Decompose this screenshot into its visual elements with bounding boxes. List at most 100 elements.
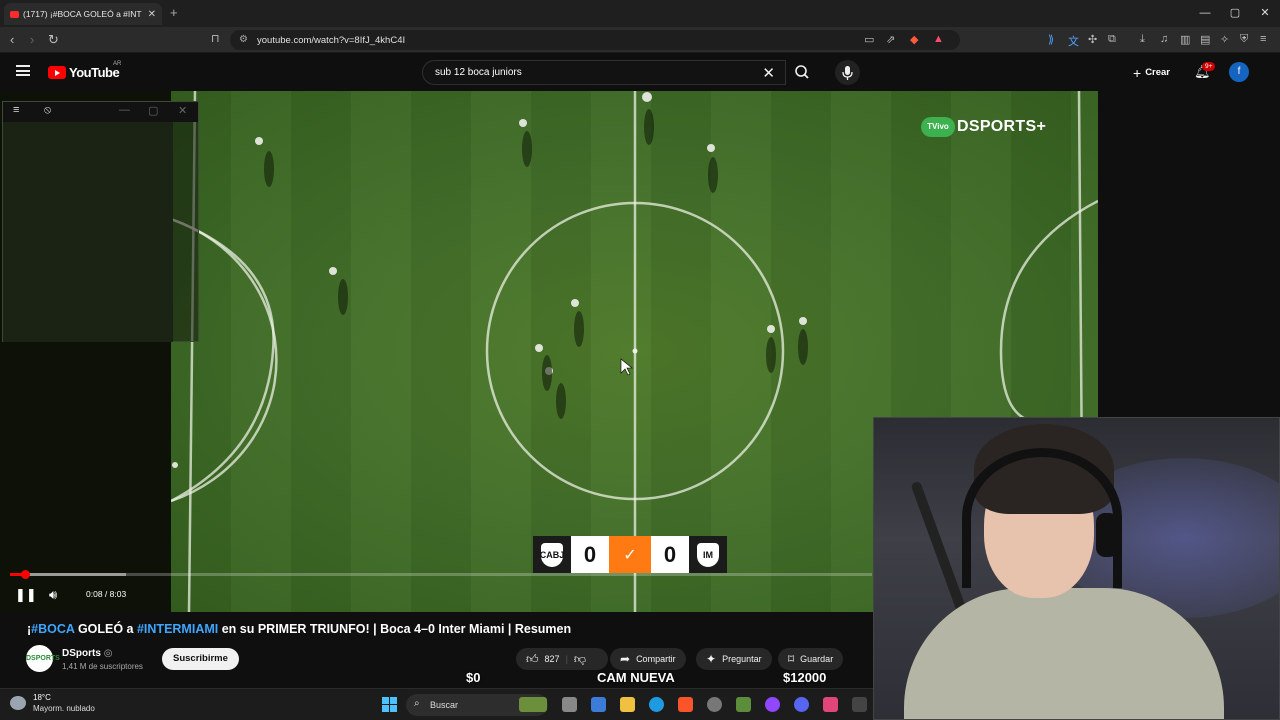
share-icon: ➦ (620, 652, 631, 666)
floating-menu-icon[interactable]: ≡ (13, 104, 19, 116)
like-count[interactable]: 827 (545, 654, 560, 664)
wallet-icon[interactable]: ▤ (1200, 33, 1210, 46)
share-label: Compartir (636, 654, 676, 664)
youtube-favicon-icon (10, 10, 19, 18)
floating-maximize-icon[interactable]: ▢ (148, 104, 158, 117)
search-icon[interactable] (786, 60, 818, 85)
minimize-button[interactable]: — (1190, 0, 1220, 27)
video-progress-bar[interactable] (10, 570, 872, 579)
account-avatar[interactable]: f (1229, 62, 1249, 82)
close-window-button[interactable]: ✕ (1250, 0, 1280, 27)
edge-icon[interactable] (649, 697, 664, 712)
terminal-icon[interactable] (852, 697, 867, 712)
window-controls: — ▢ ✕ (1190, 0, 1280, 27)
url-text: youtube.com/watch?v=8IfJ_4khC4I (257, 34, 406, 46)
overlay-center-text: CAM NUEVA (597, 670, 675, 685)
ask-button[interactable]: ✦ Preguntar (696, 648, 772, 670)
boca-crest-icon: CABJ (540, 542, 564, 567)
reader-icon[interactable]: ⟫ (1048, 33, 1054, 46)
screenshot-icon[interactable]: ⧉ (1108, 33, 1116, 46)
channel-avatar[interactable]: DSPORTS (26, 645, 60, 672)
twitch-icon[interactable] (765, 697, 780, 712)
plus-icon: + (1133, 64, 1142, 81)
title-mid: GOLEÓ a (74, 622, 137, 636)
download-icon[interactable]: ⤓ (1140, 33, 1145, 46)
broadcaster-logo: DSPORTS+ (957, 118, 1047, 135)
vpn-icon[interactable]: ⛨ (1240, 33, 1248, 46)
discord-icon[interactable] (794, 697, 809, 712)
extensions-icon[interactable]: ✣ (1088, 33, 1097, 46)
scoreboard: CABJ 0 ✓ 0 IM (533, 536, 727, 573)
task-view-icon[interactable] (562, 697, 577, 712)
browser-menu-icon[interactable]: ≡ (1260, 33, 1266, 45)
inter-miami-crest-icon: IM (697, 542, 719, 567)
taskbar-search-label: Buscar (430, 700, 459, 710)
address-bar-row: ‹ › ↻ ⊓ ⚙ youtube.com/watch?v=8IfJ_4khC4… (0, 27, 1280, 53)
floating-minimize-icon[interactable]: — (119, 104, 130, 116)
away-score: 0 (651, 536, 689, 573)
league-logo-icon: ✓ (609, 536, 651, 573)
brave-shield-icon[interactable]: ◆ (910, 33, 918, 46)
bookmark-icon[interactable]: ⊓ (211, 32, 220, 45)
brave-rewards-icon[interactable]: ▲ (933, 33, 944, 45)
file-explorer-icon[interactable] (620, 697, 635, 712)
sparkle-icon: ✦ (706, 652, 717, 666)
dislike-icon[interactable]: 👎︎ (574, 652, 586, 667)
hamburger-menu-icon[interactable] (16, 65, 30, 76)
visibility-off-icon[interactable]: ⦸ (44, 104, 51, 117)
share-page-icon[interactable]: ⇗ (886, 33, 895, 46)
cloud-icon[interactable] (10, 696, 26, 710)
like-dislike-pill: 👍︎ 827 | 👎︎ (516, 648, 608, 670)
reload-icon[interactable]: ↻ (48, 32, 59, 48)
like-icon[interactable]: 👍︎ (526, 652, 539, 667)
live-badge: TVivo (921, 117, 955, 137)
title-rest: en su PRIMER TRIUNFO! | Boca 4–0 Inter M… (218, 622, 572, 636)
store-icon[interactable] (591, 697, 606, 712)
pause-button[interactable]: ❚❚ (15, 587, 37, 603)
steam-icon[interactable] (707, 697, 722, 712)
maps-icon[interactable] (823, 697, 838, 712)
video-title: ¡#BOCA GOLEÓ a #INTERMIAMI en su PRIMER … (27, 622, 571, 636)
forward-icon[interactable]: › (30, 32, 34, 47)
microphone-arm (910, 480, 968, 616)
search-highlight-icon[interactable] (519, 697, 547, 712)
browser-tab-bar: (1717) ¡#BOCA GOLEÓ a #INT ✕ + — ▢ ✕ (0, 0, 1280, 27)
site-info-icon[interactable]: ⚙ (239, 34, 248, 45)
hashtag-intermiami[interactable]: #INTERMIAMI (137, 622, 218, 636)
maximize-button[interactable]: ▢ (1220, 0, 1250, 27)
media-icon[interactable]: ♫ (1160, 33, 1168, 45)
clear-search-icon[interactable]: ✕ (762, 64, 775, 82)
verified-icon: ◎ (103, 648, 113, 659)
new-tab-button[interactable]: + (170, 5, 178, 20)
youtube-wordmark: YouTube (69, 65, 120, 80)
minecraft-icon[interactable] (736, 697, 751, 712)
windows-start-icon[interactable] (382, 697, 397, 712)
brave-icon[interactable] (678, 697, 693, 712)
floating-window-titlebar[interactable]: ≡ ⦸ — ▢ ✕ (3, 102, 198, 122)
hashtag-boca[interactable]: #BOCA (31, 622, 74, 636)
close-tab-icon[interactable]: ✕ (148, 9, 156, 20)
weather-text[interactable]: Mayorm. nublado (33, 704, 95, 713)
leo-icon[interactable]: ✧ (1220, 33, 1229, 46)
dsports-watermark: TVivo DSPORTS+ (921, 117, 1046, 137)
url-field[interactable]: ⚙ youtube.com/watch?v=8IfJ_4khC4I (230, 30, 960, 50)
scrubber-handle[interactable] (20, 570, 30, 579)
floating-close-icon[interactable]: ✕ (178, 104, 187, 117)
volume-icon[interactable]: 🔊︎ (49, 587, 57, 603)
channel-name[interactable]: DSports ◎ (62, 648, 112, 659)
away-crest-cell: IM (689, 536, 727, 573)
temperature[interactable]: 18°C (33, 693, 51, 702)
subscribe-button[interactable]: Suscribirme (162, 648, 239, 670)
youtube-logo[interactable]: YouTube AR (48, 61, 121, 80)
floating-window[interactable]: ≡ ⦸ — ▢ ✕ (2, 101, 199, 342)
share-button[interactable]: ➦ Compartir (610, 648, 686, 670)
translate-icon[interactable]: 文 (1068, 33, 1079, 49)
save-button[interactable]: ⌑ Guardar (778, 648, 844, 670)
cast-icon[interactable]: ▭ (864, 33, 874, 46)
search-input[interactable]: sub 12 boca juniors ✕ (422, 60, 786, 85)
browser-tab-youtube[interactable]: (1717) ¡#BOCA GOLEÓ a #INT ✕ (4, 3, 162, 25)
back-icon[interactable]: ‹ (10, 32, 14, 47)
create-button[interactable]: + Crear (1123, 62, 1181, 83)
sidebar-icon[interactable]: ▥ (1180, 33, 1190, 46)
microphone-icon[interactable] (835, 60, 860, 85)
